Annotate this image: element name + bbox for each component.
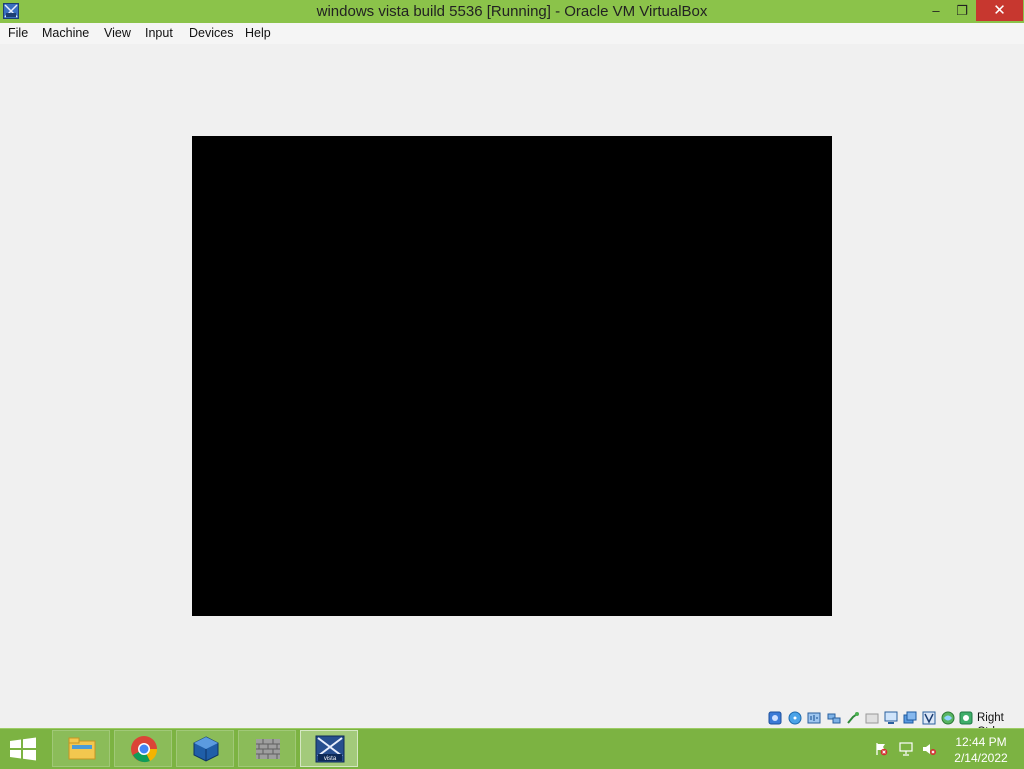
video-capture-icon[interactable] <box>903 711 917 725</box>
clock-date: 2/14/2022 <box>954 751 1008 765</box>
menu-view[interactable]: View <box>102 26 133 41</box>
minimize-button[interactable]: – <box>925 0 947 21</box>
window-title: windows vista build 5536 [Running] - Ora… <box>316 3 708 20</box>
chrome-icon <box>131 736 158 763</box>
vista-vm-label: vista <box>324 756 337 762</box>
vm-display[interactable] <box>192 136 832 616</box>
action-center-flag-icon[interactable] <box>874 742 888 756</box>
cpu-icon[interactable] <box>922 711 936 725</box>
taskbar-vista-vm[interactable]: vista <box>300 730 358 767</box>
taskbar: vista 12:44 PM 2/14/2022 <box>0 728 1024 769</box>
brick-wall-icon <box>256 739 280 759</box>
system-clock[interactable]: 12:44 PM 2/14/2022 <box>944 734 1018 766</box>
taskbar-file-explorer[interactable] <box>52 730 110 767</box>
network-status-icon[interactable] <box>899 742 913 756</box>
restore-button[interactable]: ❐ <box>950 0 974 21</box>
menu-input[interactable]: Input <box>143 26 175 41</box>
display-icon[interactable] <box>884 711 898 725</box>
menu-file[interactable]: File <box>6 26 30 41</box>
audio-icon[interactable] <box>807 711 821 725</box>
mouse-integration-icon[interactable] <box>959 711 973 725</box>
network-icon[interactable] <box>827 711 841 725</box>
shared-folders-icon[interactable] <box>865 711 879 725</box>
volume-muted-icon[interactable] <box>922 742 936 756</box>
menu-machine[interactable]: Machine <box>40 26 91 41</box>
hard-disk-icon[interactable] <box>768 711 782 725</box>
clock-time: 12:44 PM <box>955 735 1007 749</box>
menu-devices[interactable]: Devices <box>187 26 235 41</box>
taskbar-virtualbox[interactable] <box>176 730 234 767</box>
virtualization-icon[interactable] <box>941 711 955 725</box>
taskbar-chrome[interactable] <box>114 730 172 767</box>
taskbar-firewall[interactable] <box>238 730 296 767</box>
optical-drive-icon[interactable] <box>788 711 802 725</box>
close-button[interactable]: ✕ <box>976 0 1023 21</box>
menu-help[interactable]: Help <box>243 26 273 41</box>
vm-status-bar: Right Ctrl <box>0 708 1024 738</box>
menu-bar: File Machine View Input Devices Help <box>0 23 1024 45</box>
windows-start-icon[interactable] <box>6 734 40 764</box>
folder-icon <box>68 737 96 760</box>
virtualbox-icon <box>193 736 219 762</box>
vista-vm-icon: vista <box>315 735 345 763</box>
usb-icon[interactable] <box>846 711 860 725</box>
window-title-bar[interactable]: windows vista build 5536 [Running] - Ora… <box>0 0 1024 23</box>
